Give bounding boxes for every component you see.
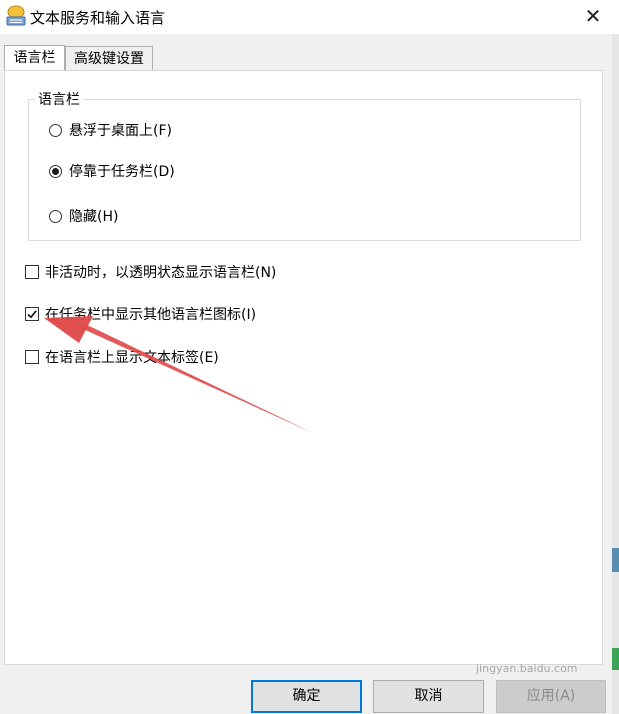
tab-language-bar[interactable]: 语言栏 <box>4 45 65 71</box>
close-button[interactable]: ✕ <box>570 0 616 34</box>
background-window-edge <box>612 34 619 714</box>
cancel-button[interactable]: 取消 <box>373 680 484 713</box>
window-title: 文本服务和输入语言 <box>30 9 166 27</box>
tab-panel: 语言栏 悬浮于桌面上(F) 停靠于任务栏(D) 隐藏(H) 非活动时，以透明状态… <box>4 70 603 665</box>
radio-button[interactable] <box>49 210 62 223</box>
checkbox[interactable] <box>25 350 39 364</box>
watermark: jingyan.baidu.com <box>476 662 578 675</box>
checkbox-label: 在任务栏中显示其他语言栏图标(I) <box>45 307 257 323</box>
groupbox-legend: 语言栏 <box>35 89 83 109</box>
checkbox-label: 在语言栏上显示文本标签(E) <box>45 350 219 366</box>
radio-selected-dot <box>52 168 59 175</box>
keyboard-app-icon <box>6 5 26 27</box>
radio-label: 悬浮于桌面上(F) <box>69 123 172 139</box>
title-bar: 文本服务和输入语言 ✕ <box>0 0 619 34</box>
radio-label: 隐藏(H) <box>69 209 119 225</box>
tab-advanced-key-settings[interactable]: 高级键设置 <box>65 46 153 70</box>
checkbox[interactable] <box>25 265 39 279</box>
radio-button[interactable] <box>49 165 62 178</box>
background-scroll-marker <box>612 548 619 572</box>
background-status-marker <box>612 648 619 670</box>
checkbox-label: 非活动时，以透明状态显示语言栏(N) <box>45 265 277 281</box>
checkmark-icon <box>27 310 37 319</box>
language-bar-groupbox: 语言栏 悬浮于桌面上(F) 停靠于任务栏(D) 隐藏(H) <box>28 89 581 241</box>
radio-label: 停靠于任务栏(D) <box>69 164 175 180</box>
checkbox[interactable] <box>25 307 39 321</box>
ok-button[interactable]: 确定 <box>251 680 362 713</box>
apply-button[interactable]: 应用(A) <box>496 680 606 713</box>
radio-button[interactable] <box>49 124 62 137</box>
